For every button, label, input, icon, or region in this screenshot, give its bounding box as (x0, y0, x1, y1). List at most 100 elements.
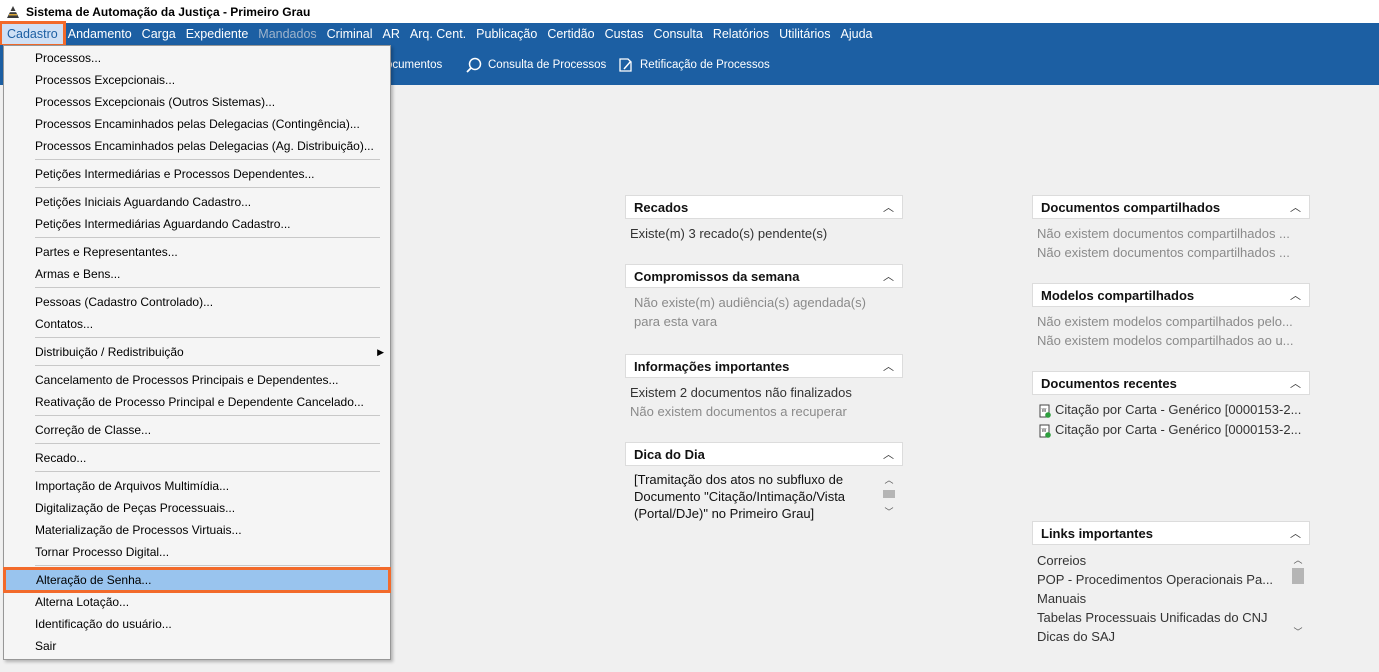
recentes-header[interactable]: Documentos recentes ︿ (1032, 371, 1310, 395)
informacoes-line2: Não existem documentos a recuperar (630, 404, 847, 419)
edit-document-icon (619, 58, 632, 72)
dropdown-item-label: Sair (35, 639, 57, 653)
dropdown-item[interactable]: Pessoas (Cadastro Controlado)... (4, 291, 390, 313)
informacoes-header[interactable]: Informações importantes ︿ (625, 354, 903, 378)
menu-consulta[interactable]: Consulta (648, 24, 707, 44)
dropdown-item[interactable]: Cancelamento de Processos Principais e D… (4, 369, 390, 391)
dropdown-item-label: Alterna Lotação... (35, 595, 130, 609)
docs-compartilhados-header[interactable]: Documentos compartilhados ︿ (1032, 195, 1310, 219)
menu-custas[interactable]: Custas (600, 24, 649, 44)
menu-publica-o[interactable]: Publicação (471, 24, 542, 44)
link-item[interactable]: Manuais (1037, 589, 1305, 608)
collapse-icon[interactable]: ︿ (883, 446, 894, 462)
collapse-icon[interactable]: ︿ (1290, 375, 1301, 391)
menu-carga[interactable]: Carga (137, 24, 181, 44)
dropdown-item[interactable]: Tornar Processo Digital... (4, 541, 390, 563)
menu-utilit-rios[interactable]: Utilitários (774, 24, 835, 44)
compromissos-line2: para esta vara (634, 314, 718, 329)
dropdown-item-label: Importação de Arquivos Multimídia... (35, 479, 230, 493)
menu-ajuda[interactable]: Ajuda (836, 24, 878, 44)
dica-line1: [Tramitação dos atos no subfluxo de (634, 472, 844, 487)
collapse-icon[interactable]: ︿ (883, 268, 894, 284)
link-item[interactable]: POP - Procedimentos Operacionais Pa... (1037, 570, 1305, 589)
window-title: Sistema de Automação da Justiça - Primei… (26, 4, 311, 19)
docs-compartilhados-line1: Não existem documentos compartilhados ..… (1037, 226, 1290, 241)
scroll-up-icon[interactable]: ︿ (1290, 554, 1306, 568)
dropdown-item[interactable]: Sair (4, 635, 390, 657)
dropdown-item[interactable]: Processos Excepcionais... (4, 69, 390, 91)
menu-cadastro[interactable]: Cadastro (0, 21, 66, 47)
menu-criminal[interactable]: Criminal (322, 24, 378, 44)
dropdown-item[interactable]: Processos... (4, 47, 390, 69)
recent-doc-item[interactable]: W Citação por Carta - Genérico [0000153-… (1039, 420, 1305, 440)
dropdown-item[interactable]: Distribuição / Redistribuição ▶ (4, 341, 390, 363)
menu-certid-o[interactable]: Certidão (542, 24, 599, 44)
dropdown-item-label: Processos Excepcionais... (35, 73, 176, 87)
dropdown-item[interactable]: Processos Excepcionais (Outros Sistemas)… (4, 91, 390, 113)
recent-doc-item[interactable]: W Citação por Carta - Genérico [0000153-… (1039, 400, 1305, 420)
link-item[interactable]: Tabelas Processuais Unificadas do CNJ (1037, 608, 1305, 627)
collapse-icon[interactable]: ︿ (883, 199, 894, 215)
dropdown-item[interactable]: Importação de Arquivos Multimídia... (4, 475, 390, 497)
recados-text[interactable]: Existe(m) 3 recado(s) pendente(s) (630, 224, 898, 243)
dropdown-item[interactable]: Processos Encaminhados pelas Delegacias … (4, 113, 390, 135)
dropdown-item[interactable]: Digitalização de Peças Processuais... (4, 497, 390, 519)
collapse-icon[interactable]: ︿ (1290, 287, 1301, 303)
scroll-thumb[interactable] (1292, 568, 1304, 584)
dropdown-item[interactable]: Alterna Lotação... (4, 591, 390, 613)
recados-header[interactable]: Recados ︿ (625, 195, 903, 219)
dropdown-item[interactable]: Correção de Classe... (4, 419, 390, 441)
scroll-down-icon[interactable]: ﹀ (1290, 626, 1306, 640)
recent-doc-label: Citação por Carta - Genérico [0000153-2.… (1055, 402, 1302, 417)
retificacao-processos-button[interactable]: Retificação de Processos (617, 54, 770, 76)
informacoes-line1[interactable]: Existem 2 documentos não finalizados (630, 383, 898, 402)
compromissos-line1: Não existe(m) audiência(s) agendada(s) (634, 295, 866, 310)
collapse-icon[interactable]: ︿ (883, 358, 894, 374)
consulta-processos-button[interactable]: Consulta de Processos (465, 54, 606, 76)
links-scrollbar[interactable]: ︿ ﹀ (1290, 554, 1306, 642)
collapse-icon[interactable]: ︿ (1290, 199, 1301, 215)
dropdown-item[interactable]: Petições Intermediárias Aguardando Cadas… (4, 213, 390, 235)
links-header[interactable]: Links importantes ︿ (1032, 521, 1310, 545)
collapse-icon[interactable]: ︿ (1290, 525, 1301, 541)
dropdown-item-label: Pessoas (Cadastro Controlado)... (35, 295, 214, 309)
menu-ar[interactable]: AR (378, 24, 405, 44)
dica-scrollbar[interactable]: ︿ ﹀ (881, 474, 897, 522)
compromissos-header[interactable]: Compromissos da semana ︿ (625, 264, 903, 288)
scroll-thumb[interactable] (883, 490, 895, 498)
retificacao-processos-label: Retificação de Processos (640, 59, 770, 71)
links-panel: Links importantes ︿ Correios POP - Proced… (1032, 521, 1310, 651)
dropdown-item[interactable]: Petições Iniciais Aguardando Cadastro... (4, 191, 390, 213)
documentos-button[interactable]: ocumentos (386, 54, 442, 76)
menu-expediente[interactable]: Expediente (181, 24, 254, 44)
dropdown-item[interactable]: Armas e Bens... (4, 263, 390, 285)
dropdown-item[interactable]: Petições Intermediárias e Processos Depe… (4, 163, 390, 185)
scroll-down-icon[interactable]: ﹀ (881, 506, 897, 520)
dropdown-item[interactable]: Identificação do usuário... (4, 613, 390, 635)
menu-relat-rios[interactable]: Relatórios (708, 24, 774, 44)
dropdown-item-label: Materialização de Processos Virtuais... (35, 523, 242, 537)
menu-separator (35, 415, 380, 416)
scroll-up-icon[interactable]: ︿ (881, 474, 897, 488)
menu-andamento[interactable]: Andamento (63, 24, 137, 44)
dropdown-item[interactable]: Alteração de Senha... (3, 567, 391, 593)
menu-arq-cent[interactable]: Arq. Cent. (405, 24, 471, 44)
menu-separator (35, 471, 380, 472)
link-item[interactable]: Dicas do SAJ (1037, 627, 1305, 646)
dropdown-item-label: Alteração de Senha... (36, 573, 152, 587)
modelos-header[interactable]: Modelos compartilhados ︿ (1032, 283, 1310, 307)
word-document-icon: W (1039, 424, 1051, 438)
dropdown-item-label: Partes e Representantes... (35, 245, 178, 259)
link-item[interactable]: Correios (1037, 551, 1305, 570)
dropdown-item-label: Reativação de Processo Principal e Depen… (35, 395, 364, 409)
dropdown-item[interactable]: Recado... (4, 447, 390, 469)
svg-text:W: W (1042, 408, 1047, 414)
dica-header[interactable]: Dica do Dia ︿ (625, 442, 903, 466)
dropdown-item[interactable]: Materialização de Processos Virtuais... (4, 519, 390, 541)
dropdown-item[interactable]: Processos Encaminhados pelas Delegacias … (4, 135, 390, 157)
dropdown-item[interactable]: Reativação de Processo Principal e Depen… (4, 391, 390, 413)
menu-separator (35, 443, 380, 444)
dropdown-item[interactable]: Contatos... (4, 313, 390, 335)
docs-compartilhados-panel: Documentos compartilhados ︿ Não existem … (1032, 195, 1310, 267)
dropdown-item[interactable]: Partes e Representantes... (4, 241, 390, 263)
